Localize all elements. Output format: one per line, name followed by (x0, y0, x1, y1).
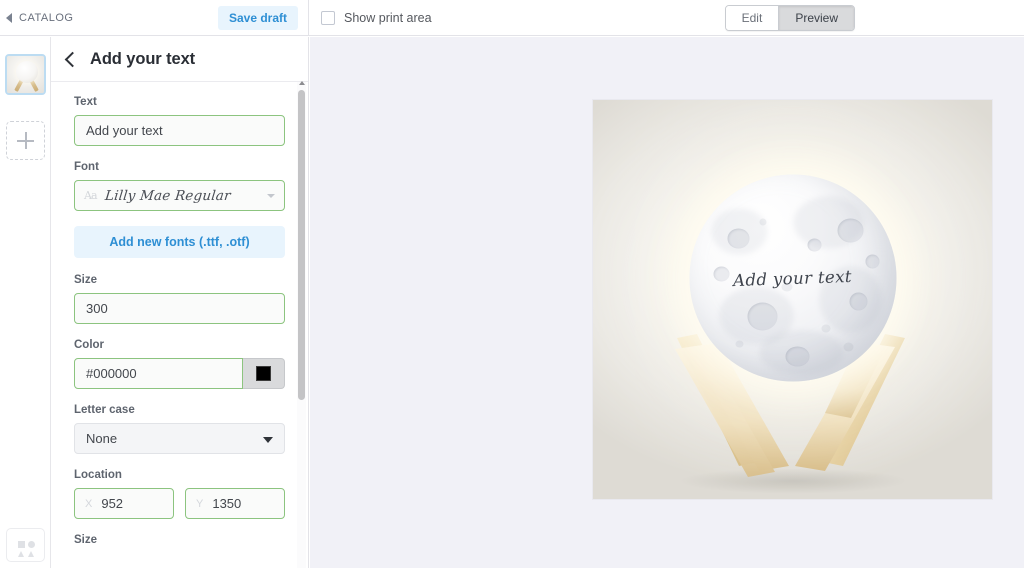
size-input[interactable]: 300 (74, 293, 285, 324)
triangle-icon (28, 551, 34, 557)
thumbnail-image (7, 56, 44, 93)
chevron-left-icon[interactable] (64, 51, 81, 68)
location-x-value: 952 (101, 496, 124, 511)
add-image-button[interactable] (6, 121, 45, 160)
top-bar-right-section: Show print area Edit Preview (309, 0, 1024, 36)
preview-canvas: Add your text (310, 37, 1024, 568)
color-swatch-button[interactable] (243, 358, 285, 389)
product-preview-card[interactable]: Add your text (593, 100, 992, 499)
moon-crater (785, 346, 809, 367)
size-label: Size (74, 274, 98, 286)
color-swatch (256, 366, 271, 381)
circle-icon (28, 541, 35, 548)
add-new-fonts-button[interactable]: Add new fonts (.ttf, .otf) (74, 226, 285, 258)
tab-preview[interactable]: Preview (779, 5, 854, 30)
font-glyph-icon: Aa (84, 189, 97, 202)
size-bottom-label: Size (74, 534, 98, 546)
catalog-back-link[interactable]: CATALOG (6, 12, 73, 24)
text-input[interactable]: Add your text (74, 115, 285, 146)
location-x-input[interactable]: X 952 (74, 488, 174, 519)
text-label: Text (74, 96, 97, 108)
moon-crater (747, 302, 777, 331)
location-row: X 952 Y 1350 (74, 488, 285, 519)
show-print-area-label: Show print area (344, 10, 432, 25)
location-y-input[interactable]: Y 1350 (185, 488, 285, 519)
letter-case-value: None (86, 431, 118, 446)
location-x-prefix: X (85, 497, 93, 510)
panel-body: Text Add your text Font Aa Lilly Mae Reg… (51, 82, 308, 568)
moon-crater (837, 218, 863, 243)
scroll-up-arrow-icon[interactable] (298, 81, 305, 85)
panel-header: Add your text (51, 37, 308, 82)
letter-case-select[interactable]: None (74, 423, 285, 454)
text-editor-panel: Add your text Text Add your text Font Aa… (51, 37, 309, 568)
moon-crater (713, 266, 729, 282)
triangle-left-icon (6, 12, 12, 23)
letter-case-label: Letter case (74, 404, 135, 416)
moon-texture (843, 342, 853, 352)
moon-crater (807, 238, 821, 252)
thumbnail-moon-shape (16, 61, 38, 83)
font-select-value: Lilly Mae Regular (103, 187, 232, 204)
field-size-bottom: Size (74, 534, 285, 546)
panel-scrollbar[interactable] (297, 81, 306, 568)
left-icon-rail (0, 37, 51, 568)
field-letter-case: Letter case None (74, 404, 285, 454)
field-font: Font Aa Lilly Mae Regular (74, 161, 285, 211)
field-color: Color #000000 (74, 339, 285, 389)
field-size: Size 300 (74, 274, 285, 324)
field-location: Location X 952 Y 1350 (74, 469, 285, 519)
moon-texture (759, 218, 766, 226)
moon-crater (849, 292, 867, 311)
show-print-area-toggle[interactable]: Show print area (321, 10, 432, 25)
field-text: Text Add your text (74, 96, 285, 146)
preview-custom-text: Add your text (732, 266, 853, 290)
color-row: #000000 (74, 358, 285, 389)
product-scene: Add your text (593, 100, 992, 499)
square-icon (18, 541, 25, 548)
moon-crater (865, 254, 879, 269)
location-y-prefix: Y (196, 497, 204, 510)
top-bar: CATALOG Save draft Show print area Edit … (0, 0, 1024, 36)
product-thumbnail[interactable] (5, 54, 46, 95)
scrollbar-thumb[interactable] (298, 90, 305, 400)
moon-texture (735, 340, 743, 348)
font-label: Font (74, 161, 99, 173)
location-y-value: 1350 (212, 496, 242, 511)
shapes-tool-button[interactable] (6, 528, 45, 562)
color-label: Color (74, 339, 105, 351)
save-draft-button[interactable]: Save draft (217, 5, 298, 30)
moon-texture (821, 324, 830, 333)
top-bar-left-section: CATALOG Save draft (0, 0, 309, 36)
page-title: Add your text (90, 49, 196, 68)
color-input[interactable]: #000000 (74, 358, 243, 389)
tab-edit[interactable]: Edit (725, 5, 779, 30)
chevron-down-icon (267, 194, 275, 198)
font-select[interactable]: Aa Lilly Mae Regular (74, 180, 285, 211)
moon-crater (727, 228, 749, 249)
triangle-icon (18, 551, 24, 557)
catalog-label: CATALOG (19, 11, 74, 24)
chevron-down-icon (263, 437, 273, 443)
location-label: Location (74, 469, 122, 481)
ground-shadow (677, 468, 908, 494)
show-print-area-checkbox[interactable] (321, 10, 335, 25)
moon-lamp-globe: Add your text (689, 174, 896, 382)
view-mode-toggle[interactable]: Edit Preview (724, 4, 855, 31)
scrollbar-track[interactable] (297, 81, 306, 568)
